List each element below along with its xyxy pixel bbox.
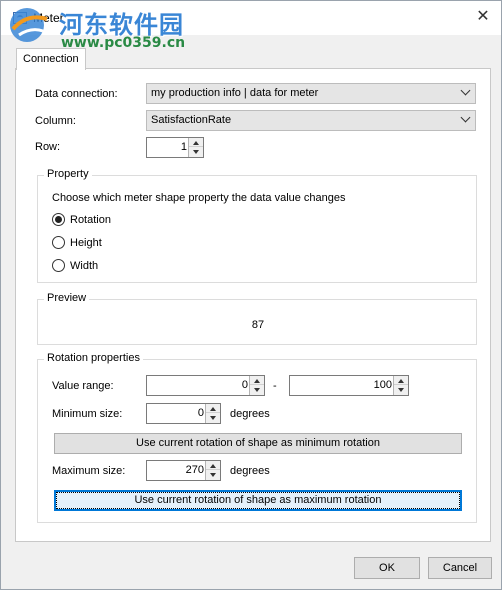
tab-connection[interactable]: Connection: [16, 48, 86, 70]
use-max-rotation-button[interactable]: Use current rotation of shape as maximum…: [54, 490, 462, 511]
range-max-spinner[interactable]: 100: [289, 375, 409, 396]
radio-height[interactable]: Height: [52, 236, 102, 249]
spin-up-icon[interactable]: [189, 138, 203, 147]
row-label: Row:: [35, 141, 61, 153]
radio-circle: [52, 236, 65, 249]
preview-value: 87: [251, 319, 265, 331]
close-button[interactable]: ✕: [465, 1, 501, 35]
data-connection-dropdown[interactable]: my production info | data for meter: [146, 83, 476, 104]
radio-width[interactable]: Width: [52, 259, 98, 272]
spin-down-icon[interactable]: [189, 147, 203, 157]
radio-circle: [52, 259, 65, 272]
close-icon: ✕: [476, 8, 490, 25]
row-spinner[interactable]: 1: [146, 137, 204, 158]
minimum-size-label: Minimum size:: [52, 408, 123, 420]
spin-up-icon[interactable]: [250, 376, 264, 385]
preview-group: Preview 87: [37, 292, 477, 345]
spin-down-icon[interactable]: [206, 470, 220, 480]
property-group-title: Property: [44, 168, 92, 180]
spin-down-icon[interactable]: [206, 413, 220, 423]
minimum-unit-label: degrees: [230, 408, 270, 420]
spin-up-icon[interactable]: [394, 376, 408, 385]
spin-down-icon[interactable]: [394, 385, 408, 395]
column-value: SatisfactionRate: [151, 114, 232, 126]
spin-up-icon[interactable]: [206, 461, 220, 470]
minimum-size-spinner[interactable]: 0: [146, 403, 221, 424]
column-label: Column:: [35, 115, 76, 127]
radio-rotation[interactable]: Rotation: [52, 213, 111, 226]
maximum-size-spinner[interactable]: 270: [146, 460, 221, 481]
minimum-size-value: 0: [197, 407, 204, 419]
property-group: Property Choose which meter shape proper…: [37, 168, 477, 283]
spinner-arrows: [205, 461, 220, 480]
property-description: Choose which meter shape property the da…: [52, 192, 346, 204]
row-value: 1: [180, 141, 187, 153]
ok-button[interactable]: OK: [354, 557, 420, 579]
chevron-down-icon: [460, 112, 471, 123]
spin-down-icon[interactable]: [250, 385, 264, 395]
rotation-properties-group: Rotation properties Value range: 0 - 100…: [37, 352, 477, 523]
connection-panel: Data connection: my production info | da…: [15, 68, 491, 542]
rotation-group-title: Rotation properties: [44, 352, 143, 364]
column-dropdown[interactable]: SatisfactionRate: [146, 110, 476, 131]
maximum-size-value: 270: [185, 464, 204, 476]
range-max-value: 100: [373, 379, 392, 391]
cancel-button[interactable]: Cancel: [428, 557, 492, 579]
data-connection-label: Data connection:: [35, 88, 118, 100]
radio-circle-selected: [52, 213, 65, 226]
radio-rotation-label: Rotation: [70, 213, 111, 226]
range-min-spinner[interactable]: 0: [146, 375, 265, 396]
radio-width-label: Width: [70, 259, 99, 272]
watermark-logo: [10, 8, 48, 42]
range-min-value: 0: [241, 379, 248, 391]
maximum-size-label: Maximum size:: [52, 465, 126, 477]
preview-group-title: Preview: [44, 292, 90, 304]
use-min-rotation-button[interactable]: Use current rotation of shape as minimum…: [54, 433, 462, 454]
spinner-arrows: [249, 376, 264, 395]
data-connection-value: my production info | data for meter: [151, 87, 319, 99]
maximum-unit-label: degrees: [230, 465, 270, 477]
radio-height-label: Height: [70, 236, 102, 249]
chevron-down-icon: [460, 85, 471, 96]
spinner-arrows: [205, 404, 220, 423]
spinner-arrows: [188, 138, 203, 157]
range-separator: -: [273, 380, 277, 392]
meter-dialog: Meter ✕ 河东软件园 www.pc0359.cn Connection D…: [0, 0, 502, 590]
spin-up-icon[interactable]: [206, 404, 220, 413]
spinner-arrows: [393, 376, 408, 395]
value-range-label: Value range:: [52, 380, 114, 392]
